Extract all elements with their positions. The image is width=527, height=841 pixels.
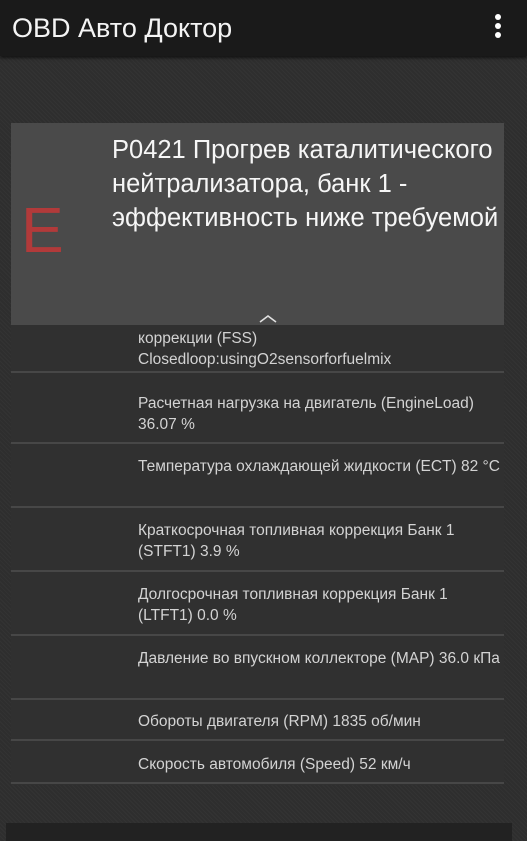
list-item[interactable]: Температура охлаждающей жидкости (ECT) 8… <box>11 444 504 508</box>
param-text: Расчетная нагрузка на двигатель (EngineL… <box>138 395 474 433</box>
param-text: Температура охлаждающей жидкости (ECT) 8… <box>138 458 500 475</box>
param-text: коррекции (FSS) Closedloop:usingO2sensor… <box>138 330 392 368</box>
app-title: OBD Авто Доктор <box>12 13 233 43</box>
next-card-edge <box>6 823 512 841</box>
chevron-up-icon[interactable] <box>258 314 278 324</box>
app-bar: OBD Авто Доктор <box>0 0 527 56</box>
list-item[interactable]: Долгосрочная топливная коррекция Банк 1 … <box>11 572 504 636</box>
param-text: Краткосрочная топливная коррекция Банк 1… <box>138 522 455 560</box>
more-vert-icon[interactable] <box>493 14 503 42</box>
param-text: Скорость автомобиля (Speed) 52 км/ч <box>138 756 411 773</box>
param-text: Долгосрочная топливная коррекция Банк 1 … <box>138 586 448 624</box>
dtc-title: P0421 Прогрев каталитического нейтрализа… <box>112 136 499 232</box>
list-item[interactable]: Давление во впускном коллекторе (MAP) 36… <box>11 636 504 700</box>
param-text: Давление во впускном коллекторе (MAP) 36… <box>138 650 500 667</box>
dtc-card-header[interactable]: E P0421 Прогрев каталитического нейтрали… <box>11 123 504 325</box>
list-item[interactable]: Краткосрочная топливная коррекция Банк 1… <box>11 508 504 572</box>
list-item[interactable]: Расчетная нагрузка на двигатель (EngineL… <box>11 381 504 444</box>
severity-letter: E <box>21 194 64 266</box>
list-item[interactable]: коррекции (FSS) Closedloop:usingO2sensor… <box>11 325 504 373</box>
param-text: Обороты двигателя (RPM) 1835 об/мин <box>138 713 421 730</box>
parameter-list: коррекции (FSS) Closedloop:usingO2sensor… <box>11 325 504 785</box>
list-item[interactable]: Скорость автомобиля (Speed) 52 км/ч <box>11 741 504 784</box>
list-item[interactable]: Обороты двигателя (RPM) 1835 об/мин <box>11 700 504 741</box>
